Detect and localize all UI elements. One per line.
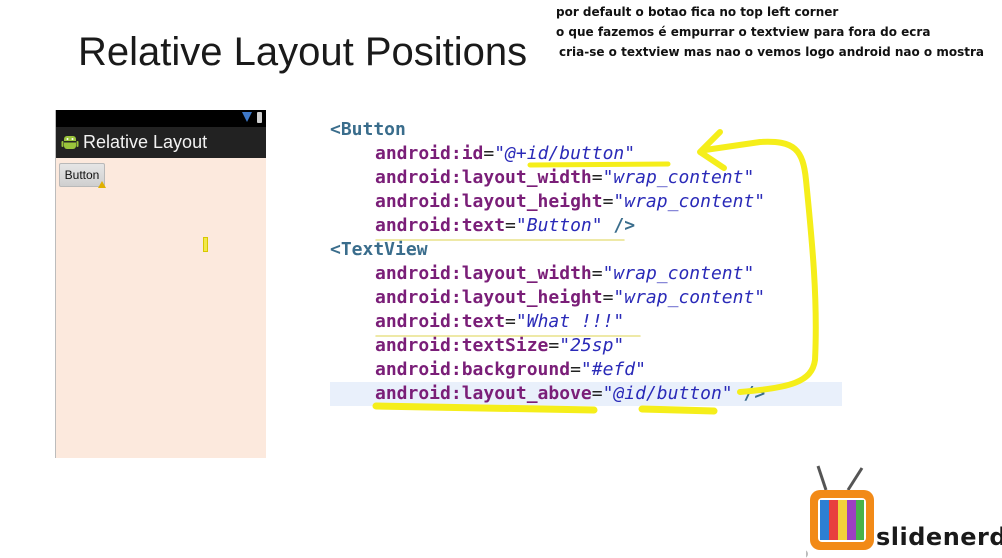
xml-value: "@id/button" <box>602 383 733 404</box>
highlight-underline <box>372 402 598 414</box>
xml-attribute: android:text <box>375 215 506 236</box>
xml-tag: <Button <box>330 119 406 140</box>
xml-attribute: android:background <box>375 359 571 380</box>
equals-sign: = <box>602 191 614 212</box>
clipped-previous-line <box>330 104 630 110</box>
equals-sign: = <box>505 311 516 332</box>
xml-value: "Button" <box>515 215 603 236</box>
android-app-icon <box>61 136 79 149</box>
xml-tag: <TextView <box>330 239 428 260</box>
xml-value: "wrap_content" <box>613 287 766 308</box>
xml-attribute: android:layout_width <box>375 167 592 188</box>
text-cursor-marker <box>203 237 208 252</box>
signal-icon <box>242 112 252 122</box>
xml-attribute: android:textSize <box>375 335 549 356</box>
code-line: android:text="What !!!" <box>330 310 765 334</box>
xml-value: "wrap_content" <box>602 167 755 188</box>
xml-attribute: android:text <box>375 311 506 332</box>
slide-title: Relative Layout Positions <box>78 30 528 74</box>
code-line: android:layout_width="wrap_content" <box>330 166 765 190</box>
xml-value: "@+id/button" <box>494 143 636 164</box>
code-line: android:background="#efd" <box>330 358 765 382</box>
note-line: cria-se o textview mas nao o vemos logo … <box>559 45 984 59</box>
xml-attribute: android:layout_height <box>375 191 603 212</box>
code-line: <Button <box>330 118 765 142</box>
equals-sign: = <box>591 263 603 284</box>
note-line: por default o botao fica no top left cor… <box>556 5 839 19</box>
code-line: android:layout_height="wrap_content" <box>330 190 765 214</box>
phone-screen: Relative Layout Button <box>55 110 266 458</box>
app-title: Relative Layout <box>83 132 208 152</box>
warning-icon <box>98 181 106 188</box>
xml-value: "25sp" <box>559 335 625 356</box>
code-line: android:text="Button" /> <box>330 214 765 238</box>
xml-code-listing: <Button android:id="@+id/button" android… <box>330 118 765 406</box>
xml-attribute: android:layout_width <box>375 263 592 284</box>
equals-sign: = <box>591 383 603 404</box>
logo-wordmark: slidenerd <box>876 523 1002 551</box>
tv-icon <box>806 465 874 558</box>
xml-value: "What !!!" <box>515 311 625 332</box>
note-line: o que fazemos é empurrar o textview para… <box>556 25 931 39</box>
equals-sign: = <box>570 359 581 380</box>
xml-attribute: android:layout_above <box>375 383 592 404</box>
code-line: android:layout_height="wrap_content" <box>330 286 765 310</box>
notes-block: por default o botao fica no top left cor… <box>556 2 984 62</box>
equals-sign: = <box>548 335 560 356</box>
highlight-underline <box>638 405 718 415</box>
code-line: android:textSize="25sp" <box>330 334 765 358</box>
xml-value: "wrap_content" <box>613 191 766 212</box>
code-line: android:layout_width="wrap_content" <box>330 262 765 286</box>
equals-sign: = <box>505 215 516 236</box>
equals-sign: = <box>483 143 495 164</box>
code-line: android:id="@+id/button" <box>330 142 765 166</box>
equals-sign: = <box>602 287 614 308</box>
xml-attribute: android:layout_height <box>375 287 603 308</box>
code-line: <TextView <box>330 238 765 262</box>
battery-icon <box>257 112 262 123</box>
equals-sign: = <box>591 167 603 188</box>
status-bar <box>56 110 266 127</box>
xml-value: "#efd" <box>580 359 646 380</box>
xml-value: "wrap_content" <box>602 263 755 284</box>
action-bar: Relative Layout <box>56 127 266 158</box>
xml-attribute: android:id <box>375 143 484 164</box>
tag-close: /> <box>602 215 636 236</box>
code-line: android:layout_above="@id/button" /> <box>330 382 765 406</box>
tag-close: /> <box>732 383 766 404</box>
